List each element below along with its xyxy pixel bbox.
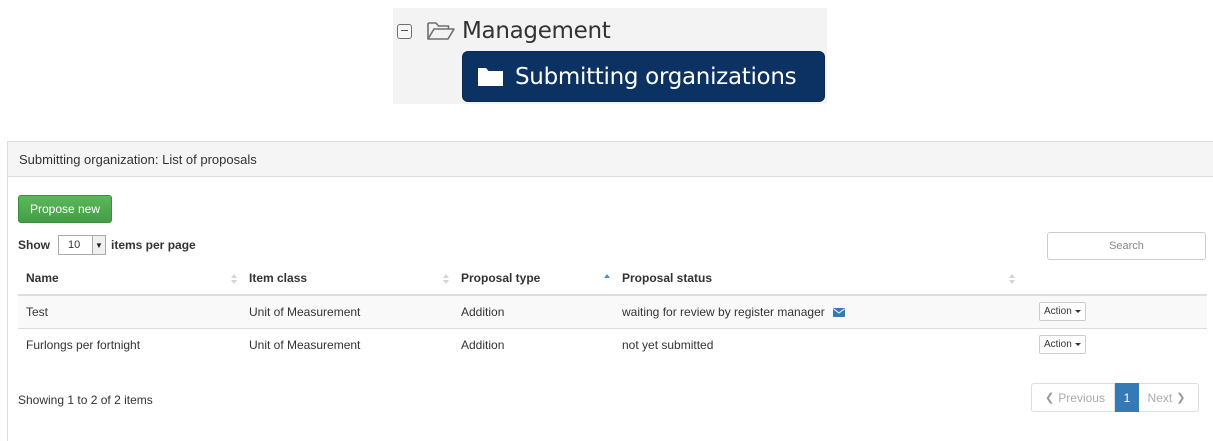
tree-label-management[interactable]: Management	[462, 18, 611, 44]
folder-icon	[478, 68, 503, 86]
sort-asc-icon	[604, 274, 610, 278]
status-text: not yet submitted	[622, 337, 714, 352]
cell-action: Action	[1019, 294, 1207, 328]
sort-icon	[1009, 274, 1015, 284]
items-per-page-select[interactable]: 10 ▼	[58, 235, 106, 255]
pagination: ❮ Previous 1 Next ❯	[1031, 383, 1199, 412]
sort-icon	[443, 274, 449, 284]
cell-item-class: Unit of Measurement	[241, 294, 453, 328]
caret-down-icon	[1074, 343, 1081, 347]
sort-icon	[231, 274, 237, 284]
cell-proposal-status: not yet submitted	[614, 327, 1019, 361]
folder-open-icon	[427, 22, 455, 40]
next-page-button[interactable]: Next ❯	[1139, 383, 1199, 412]
action-dropdown-button[interactable]: Action	[1039, 302, 1086, 322]
table-header-row: Name Item class Proposal type Proposal s…	[18, 262, 1207, 296]
tree-node-submitting-organizations[interactable]: Submitting organizations	[463, 52, 824, 101]
length-control: Show 10 ▼ items per page	[18, 234, 196, 256]
caret-down-icon	[1074, 310, 1081, 314]
length-suffix: items per page	[111, 238, 196, 252]
panel-heading: Submitting organization: List of proposa…	[8, 142, 1213, 177]
column-header-item-class[interactable]: Item class	[241, 262, 453, 296]
page-1-button[interactable]: 1	[1115, 383, 1139, 412]
tree-view: Management Submitting organizations	[393, 8, 827, 104]
proposals-panel: Submitting organization: List of proposa…	[7, 141, 1213, 441]
proposals-table: Name Item class Proposal type Proposal s…	[18, 262, 1207, 361]
column-header-name[interactable]: Name	[18, 262, 241, 296]
chevron-down-icon[interactable]: ▼	[92, 236, 105, 254]
search-input[interactable]: Search	[1047, 232, 1206, 260]
table-row: Test Unit of Measurement Addition waitin…	[18, 294, 1207, 328]
collapse-icon[interactable]	[397, 23, 412, 39]
length-prefix: Show	[18, 238, 50, 252]
cell-action: Action	[1019, 327, 1207, 361]
length-value: 10	[68, 239, 81, 251]
table-info: Showing 1 to 2 of 2 items	[18, 393, 153, 407]
tree-label-submitting-organizations[interactable]: Submitting organizations	[515, 64, 797, 90]
column-header-actions	[1019, 262, 1207, 296]
status-text: waiting for review by register manager	[622, 304, 825, 319]
table-row: Furlongs per fortnight Unit of Measureme…	[18, 327, 1207, 361]
cell-item-class: Unit of Measurement	[241, 327, 453, 361]
column-header-proposal-status[interactable]: Proposal status	[614, 262, 1019, 296]
tree-node-management[interactable]: Management	[397, 11, 611, 51]
cell-proposal-type: Addition	[453, 327, 614, 361]
chevron-left-icon: ❮	[1045, 392, 1055, 404]
envelope-icon[interactable]	[833, 308, 846, 318]
cell-name: Furlongs per fortnight	[18, 327, 241, 361]
previous-page-button[interactable]: ❮ Previous	[1031, 383, 1115, 412]
chevron-right-icon: ❯	[1176, 392, 1186, 404]
cell-proposal-status: waiting for review by register manager	[614, 294, 1019, 328]
column-header-proposal-type[interactable]: Proposal type	[453, 262, 614, 296]
cell-name: Test	[18, 294, 241, 328]
cell-proposal-type: Addition	[453, 294, 614, 328]
action-dropdown-button[interactable]: Action	[1039, 335, 1086, 355]
propose-new-button[interactable]: Propose new	[18, 195, 112, 223]
